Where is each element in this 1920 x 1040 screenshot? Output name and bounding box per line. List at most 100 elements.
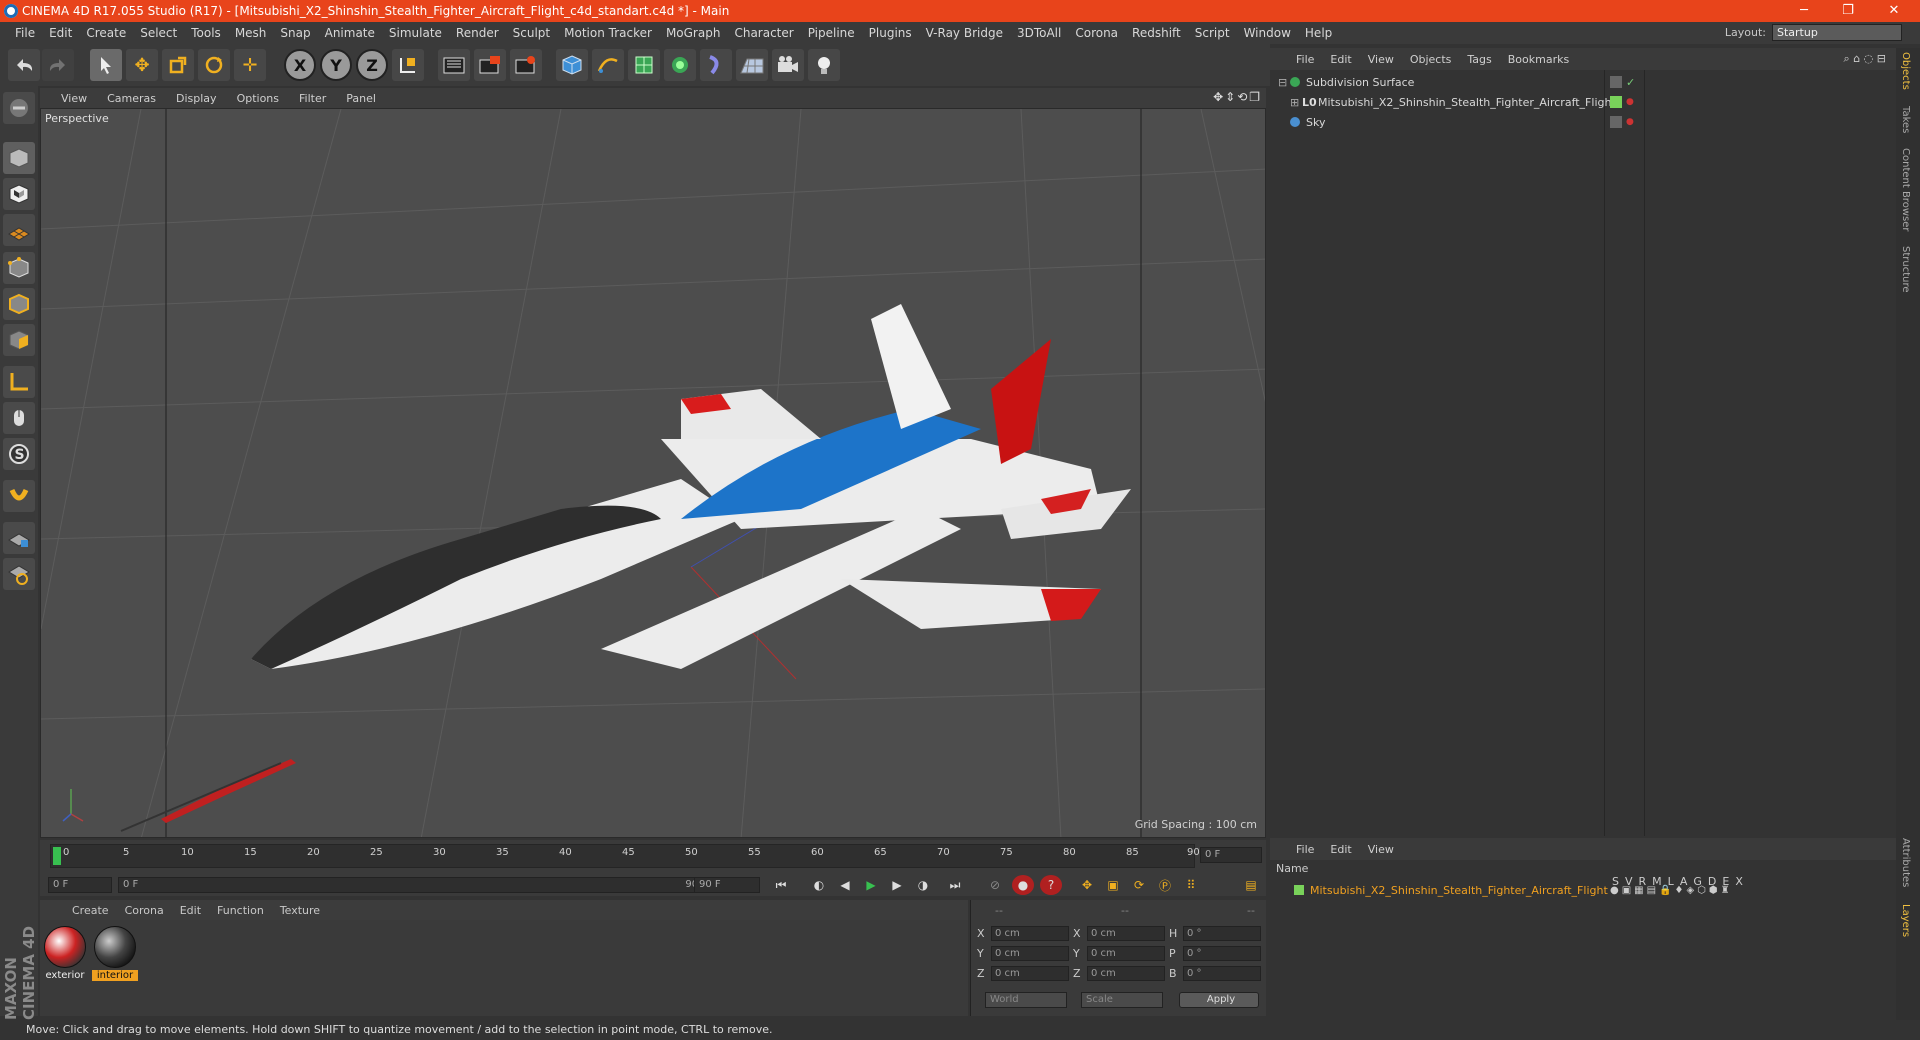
scale-dropdown[interactable]: Scale	[1081, 992, 1163, 1008]
snapping-icon[interactable]: S	[3, 438, 35, 470]
restore-icon[interactable]: ❐	[1826, 0, 1870, 22]
material-menu-edit[interactable]: Edit	[172, 904, 209, 917]
key-position-icon[interactable]: ✥	[1076, 875, 1098, 895]
edges-mode-icon[interactable]	[3, 288, 35, 320]
object-row[interactable]: ⊟ Subdivision Surface ✓	[1270, 72, 1896, 92]
end-frame-field[interactable]: 90 F	[694, 877, 760, 893]
undo-icon[interactable]	[8, 49, 40, 81]
object-menu-view[interactable]: View	[1360, 53, 1402, 66]
workplane-mode-icon[interactable]	[3, 214, 35, 246]
object-manager-search-icon[interactable]: ⌕ ⌂ ◌ ⊟	[1844, 52, 1886, 66]
menu-select[interactable]: Select	[133, 26, 184, 40]
key-rotation-icon[interactable]: ⟳	[1128, 875, 1150, 895]
model-mode-icon[interactable]	[3, 142, 35, 174]
prev-frame-icon[interactable]: ◀	[834, 875, 856, 895]
visibility-dots-icon[interactable]: ●	[1626, 97, 1634, 107]
viewport-menu-panel[interactable]: Panel	[337, 92, 385, 105]
size-z-field[interactable]: 0 cm	[1087, 966, 1165, 981]
magnet-icon[interactable]	[3, 480, 35, 512]
close-icon[interactable]: ✕	[1872, 0, 1916, 22]
viewport-menu-display[interactable]: Display	[167, 92, 226, 105]
menu-window[interactable]: Window	[1237, 26, 1298, 40]
layer-menu-file[interactable]: File	[1288, 843, 1322, 856]
layer-menu-edit[interactable]: Edit	[1322, 843, 1359, 856]
spline-pen-icon[interactable]	[592, 49, 624, 81]
object-menu-file[interactable]: File	[1288, 53, 1322, 66]
material-menu-function[interactable]: Function	[209, 904, 272, 917]
material-menu-corona[interactable]: Corona	[117, 904, 172, 917]
redo-icon[interactable]	[42, 49, 74, 81]
position-y-field[interactable]: 0 cm	[991, 946, 1069, 961]
menu-character[interactable]: Character	[727, 26, 800, 40]
expand-icon[interactable]: ⊟	[1278, 76, 1287, 89]
tab-takes[interactable]: Takes	[1900, 106, 1911, 133]
next-frame-icon[interactable]: ▶	[886, 875, 908, 895]
rotation-p-field[interactable]: 0 °	[1183, 946, 1261, 961]
world-dropdown[interactable]: World	[985, 992, 1067, 1008]
layout-dropdown[interactable]: Startup	[1772, 24, 1902, 41]
viewport-menu-filter[interactable]: Filter	[290, 92, 335, 105]
y-axis-lock-icon[interactable]: Y	[320, 49, 352, 81]
render-view-icon[interactable]	[438, 49, 470, 81]
goto-start-icon[interactable]: ⏮	[770, 875, 792, 895]
menu-snap[interactable]: Snap	[273, 26, 317, 40]
menu-help[interactable]: Help	[1298, 26, 1339, 40]
render-picture-viewer-icon[interactable]	[474, 49, 506, 81]
layer-row[interactable]: Mitsubishi_X2_Shinshin_Stealth_Fighter_A…	[1270, 880, 1896, 900]
menu-motion-tracker[interactable]: Motion Tracker	[557, 26, 659, 40]
menu-simulate[interactable]: Simulate	[382, 26, 449, 40]
object-menu-bookmarks[interactable]: Bookmarks	[1500, 53, 1577, 66]
position-z-field[interactable]: 0 cm	[991, 966, 1069, 981]
layer-menu-view[interactable]: View	[1360, 843, 1402, 856]
polygons-mode-icon[interactable]	[3, 324, 35, 356]
viewport-menu-cameras[interactable]: Cameras	[98, 92, 165, 105]
rotate-tool-icon[interactable]	[198, 49, 230, 81]
menu-sculpt[interactable]: Sculpt	[506, 26, 557, 40]
menu-tools[interactable]: Tools	[184, 26, 228, 40]
prev-key-icon[interactable]: ◐	[808, 875, 830, 895]
current-frame-field[interactable]: 0 F	[1200, 847, 1262, 863]
tab-objects[interactable]: Objects	[1900, 52, 1911, 90]
timeline-window-icon[interactable]: ▤	[1240, 875, 1262, 895]
object-row[interactable]: ⊞ L0 Mitsubishi_X2_Shinshin_Stealth_Figh…	[1270, 92, 1896, 112]
size-x-field[interactable]: 0 cm	[1087, 926, 1165, 941]
visibility-dots-icon[interactable]: ●	[1626, 117, 1634, 127]
cloner-icon[interactable]	[664, 49, 696, 81]
enabled-check-icon[interactable]: ✓	[1626, 76, 1635, 89]
menu-redshift[interactable]: Redshift	[1125, 26, 1188, 40]
play-icon[interactable]: ▶	[860, 875, 882, 895]
next-key-icon[interactable]: ◑	[912, 875, 934, 895]
menu-pipeline[interactable]: Pipeline	[801, 26, 862, 40]
goto-end-icon[interactable]: ⏭	[944, 875, 966, 895]
select-arrow-icon[interactable]	[90, 49, 122, 81]
material-exterior[interactable]: exterior	[42, 926, 88, 986]
expand-icon[interactable]: ⊞	[1290, 96, 1299, 109]
menu-animate[interactable]: Animate	[318, 26, 382, 40]
deformer-icon[interactable]	[700, 49, 732, 81]
rotation-b-field[interactable]: 0 °	[1183, 966, 1261, 981]
render-settings-icon[interactable]	[510, 49, 542, 81]
rotation-h-field[interactable]: 0 °	[1183, 926, 1261, 941]
frame-range-slider[interactable]: 0 F 90 F	[118, 877, 718, 893]
key-scale-icon[interactable]: ▣	[1102, 875, 1124, 895]
move-tool-icon[interactable]: ✥	[126, 49, 158, 81]
locked-workplane-icon[interactable]	[3, 522, 35, 554]
object-menu-tags[interactable]: Tags	[1459, 53, 1499, 66]
scale-tool-icon[interactable]	[162, 49, 194, 81]
menu-script[interactable]: Script	[1188, 26, 1237, 40]
z-axis-lock-icon[interactable]: Z	[356, 49, 388, 81]
viewport-scene[interactable]	[41, 109, 1266, 838]
perspective-viewport[interactable]: Perspective Grid Spacing : 100 cm	[40, 108, 1266, 838]
material-menu-texture[interactable]: Texture	[272, 904, 328, 917]
cube-primitive-icon[interactable]	[556, 49, 588, 81]
menu-create[interactable]: Create	[79, 26, 133, 40]
keyframe-selection-icon[interactable]: ?	[1040, 875, 1062, 895]
object-row[interactable]: Sky ●	[1270, 112, 1896, 132]
viewport-nav-icons[interactable]: ✥⇕⟲❐	[1213, 90, 1262, 104]
size-y-field[interactable]: 0 cm	[1087, 946, 1165, 961]
menu-corona[interactable]: Corona	[1068, 26, 1125, 40]
position-x-field[interactable]: 0 cm	[991, 926, 1069, 941]
tab-structure[interactable]: Structure	[1900, 246, 1911, 293]
tab-attributes[interactable]: Attributes	[1900, 838, 1911, 887]
x-axis-lock-icon[interactable]: X	[284, 49, 316, 81]
